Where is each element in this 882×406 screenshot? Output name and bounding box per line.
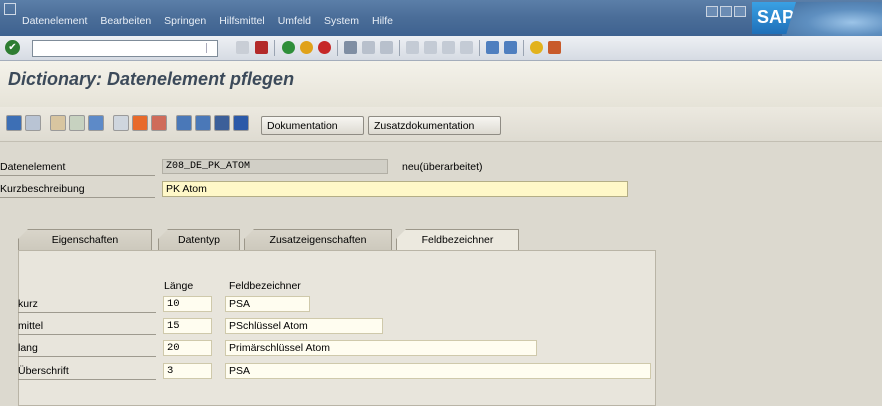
sap-logo: SAP [752, 2, 882, 36]
dokumentation-button[interactable]: Dokumentation [261, 116, 364, 135]
activate-icon[interactable] [113, 115, 129, 131]
display-object-icon[interactable] [214, 115, 230, 131]
laenge-lang-field[interactable]: 20 [163, 340, 212, 356]
check-icon[interactable] [88, 115, 104, 131]
row-label-lang: lang [18, 341, 156, 357]
application-toolbar: Dokumentation Zusatzdokumentation [0, 107, 882, 142]
text-mittel-field[interactable]: PSchlüssel Atom [225, 318, 383, 334]
other-object-icon[interactable] [69, 115, 85, 131]
kurzbeschreibung-label: Kurzbeschreibung [0, 182, 155, 198]
info-icon[interactable] [233, 115, 249, 131]
menu-hilfsmittel[interactable]: Hilfsmittel [219, 15, 265, 27]
back-small-icon[interactable] [236, 41, 249, 54]
datenelement-field[interactable]: Z08_DE_PK_ATOM [162, 159, 388, 174]
menu-hilfe[interactable]: Hilfe [372, 15, 393, 27]
print-icon[interactable] [344, 41, 357, 54]
minimize-icon[interactable] [706, 6, 718, 17]
object-list-icon[interactable] [195, 115, 211, 131]
row-label-ueberschrift: Überschrift [18, 364, 156, 380]
column-header-feldbezeichner: Feldbezeichner [229, 280, 301, 292]
title-bar: Dictionary: Datenelement pflegen [0, 61, 882, 107]
column-header-laenge: Länge [164, 280, 194, 292]
menu-datenelement[interactable]: Datenelement [22, 15, 87, 27]
text-kurz-field[interactable]: PSA [225, 296, 310, 312]
menu-bar: Datenelement Bearbeiten Springen Hilfsmi… [0, 0, 882, 36]
maximize-icon[interactable] [720, 6, 732, 17]
command-history-icon[interactable] [206, 43, 215, 53]
next-page-icon[interactable] [442, 41, 455, 54]
zusatzdokumentation-button[interactable]: Zusatzdokumentation [368, 116, 501, 135]
previous-page-icon[interactable] [424, 41, 437, 54]
tab-datentyp[interactable]: Datentyp [158, 229, 240, 250]
layout-menu-icon[interactable] [548, 41, 561, 54]
first-page-icon[interactable] [406, 41, 419, 54]
forward-arrow-icon[interactable] [25, 115, 41, 131]
last-page-icon[interactable] [460, 41, 473, 54]
tab-feldbezeichner[interactable]: Feldbezeichner [396, 229, 519, 251]
logo-wave [782, 2, 882, 36]
laenge-kurz-field[interactable]: 10 [163, 296, 212, 312]
row-label-mittel: mittel [18, 319, 156, 335]
shortcut-icon[interactable] [504, 41, 517, 54]
where-used-icon[interactable] [132, 115, 148, 131]
find-icon[interactable] [362, 41, 375, 54]
status-text: neu(überarbeitet) [402, 161, 483, 173]
command-field[interactable] [32, 40, 218, 57]
menu-umfeld[interactable]: Umfeld [278, 15, 311, 27]
navigation-icon[interactable] [151, 115, 167, 131]
menu-springen[interactable]: Springen [164, 15, 206, 27]
cancel-icon[interactable] [318, 41, 331, 54]
exit-icon[interactable] [300, 41, 313, 54]
menu-bearbeiten[interactable]: Bearbeiten [100, 15, 151, 27]
save-icon[interactable] [255, 41, 268, 54]
standard-toolbar: ✔ [0, 36, 882, 61]
tab-zusatzeigenschaften[interactable]: Zusatzeigenschaften [244, 229, 392, 250]
kurzbeschreibung-field[interactable]: PK Atom [162, 181, 628, 197]
datenelement-label: Datenelement [0, 160, 155, 176]
hierarchy-icon[interactable] [176, 115, 192, 131]
text-ueberschrift-field[interactable]: PSA [225, 363, 651, 379]
help-icon[interactable] [530, 41, 543, 54]
text-lang-field[interactable]: Primärschlüssel Atom [225, 340, 537, 356]
enter-icon[interactable]: ✔ [5, 40, 20, 55]
find-next-icon[interactable] [380, 41, 393, 54]
laenge-mittel-field[interactable]: 15 [163, 318, 212, 334]
back-arrow-icon[interactable] [6, 115, 22, 131]
menu-list: Datenelement Bearbeiten Springen Hilfsmi… [22, 15, 393, 27]
menu-system[interactable]: System [324, 15, 359, 27]
row-label-kurz: kurz [18, 297, 156, 313]
display-change-icon[interactable] [50, 115, 66, 131]
page-title: Dictionary: Datenelement pflegen [8, 69, 295, 89]
back-icon[interactable] [282, 41, 295, 54]
laenge-ueberschrift-field[interactable]: 3 [163, 363, 212, 379]
create-session-icon[interactable] [486, 41, 499, 54]
tab-eigenschaften[interactable]: Eigenschaften [18, 229, 152, 250]
system-menu-icon[interactable] [4, 3, 16, 15]
close-icon[interactable] [734, 6, 746, 17]
